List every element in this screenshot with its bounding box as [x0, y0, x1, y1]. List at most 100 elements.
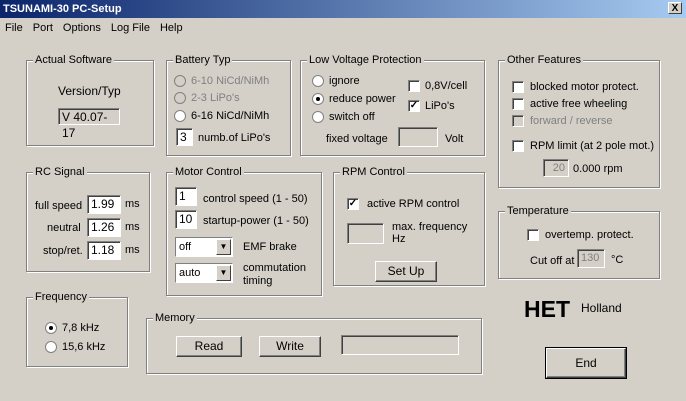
rpm-limit-checkbox[interactable] — [512, 140, 524, 152]
max-frequency-input[interactable] — [347, 223, 384, 244]
battery-group: Battery Typ 6-10 NiCd/NiMh 2-3 LiPo's 6-… — [166, 53, 291, 156]
lv-switch-off-radio[interactable] — [312, 111, 324, 123]
other-features-title: Other Features — [505, 53, 583, 67]
lv-ignore-label: ignore — [329, 75, 360, 87]
temperature-title: Temperature — [505, 204, 571, 218]
setup-button[interactable]: Set Up — [375, 261, 437, 282]
blocked-motor-checkbox[interactable] — [512, 81, 524, 93]
menu-options[interactable]: Options — [58, 19, 106, 37]
battery-option-2-3-label: 2-3 LiPo's — [191, 92, 240, 104]
end-button[interactable]: End — [545, 347, 627, 379]
fixed-voltage-input[interactable] — [398, 127, 438, 147]
commutation-select[interactable]: auto ▼ — [175, 263, 233, 283]
full-speed-label: full speed — [35, 200, 83, 212]
motor-control-title: Motor Control — [173, 165, 244, 179]
rpm-control-group: RPM Control ✓ active RPM control max. fr… — [333, 165, 485, 286]
battery-option-6-16-label: 6-16 NiCd/NiMh — [191, 110, 270, 122]
battery-option-6-10-radio[interactable] — [174, 75, 186, 87]
menu-help[interactable]: Help — [155, 19, 188, 37]
forward-reverse-checkbox[interactable] — [512, 115, 524, 127]
menu-log-file[interactable]: Log File — [106, 19, 155, 37]
battery-option-6-10-label: 6-10 NiCd/NiMh — [191, 75, 270, 87]
blocked-motor-label: blocked motor protect. — [530, 81, 639, 93]
memory-status-field — [341, 335, 459, 355]
lipo-count-label: numb.of LiPo's — [198, 132, 271, 144]
other-features-group: Other Features blocked motor protect. ac… — [498, 53, 660, 188]
full-speed-input[interactable]: 1.99 — [87, 195, 121, 214]
emf-brake-value: off — [179, 241, 192, 253]
control-speed-input[interactable]: 1 — [175, 187, 197, 206]
emf-brake-select[interactable]: off ▼ — [175, 237, 233, 257]
frequency-group: Frequency 7,8 kHz 15,6 kHz — [26, 290, 128, 367]
het-holland-label: Holland — [581, 301, 622, 315]
frequency-title: Frequency — [33, 290, 89, 304]
lv-08v-cell-checkbox[interactable] — [408, 80, 420, 92]
low-voltage-title: Low Voltage Protection — [307, 53, 424, 67]
version-label: Version/Typ — [58, 84, 121, 98]
overtemp-checkbox[interactable] — [527, 229, 539, 241]
cutoff-label: Cut off at — [530, 255, 575, 267]
motor-control-group: Motor Control 1 control speed (1 - 50) 1… — [166, 165, 322, 296]
freq-15-6-label: 15,6 kHz — [62, 341, 106, 353]
cutoff-input[interactable]: 130 — [577, 249, 605, 268]
emf-brake-label: EMF brake — [243, 241, 297, 253]
forward-reverse-label: forward / reverse — [530, 115, 613, 127]
low-voltage-group: Low Voltage Protection ignore reduce pow… — [300, 53, 485, 156]
close-button[interactable]: X — [668, 2, 682, 14]
lv-ignore-radio[interactable] — [312, 75, 324, 87]
commutation-timing-label: timing — [243, 275, 273, 287]
fixed-voltage-label: fixed voltage — [326, 133, 388, 145]
battery-title: Battery Typ — [173, 53, 233, 67]
volt-unit: Volt — [445, 133, 464, 145]
freq-7-8-radio[interactable] — [45, 322, 57, 334]
lv-lipos-checkbox[interactable]: ✓ — [408, 100, 420, 112]
freq-15-6-radio[interactable] — [45, 341, 57, 353]
cutoff-unit: °C — [611, 254, 624, 266]
memory-group: Memory Read Write — [146, 311, 482, 374]
emf-brake-chevron-down-icon[interactable]: ▼ — [216, 239, 231, 255]
lipo-count-input[interactable]: 3 — [176, 128, 193, 146]
commutation-label: commutation — [243, 262, 306, 274]
lv-reduce-power-radio[interactable] — [312, 93, 324, 105]
commutation-chevron-down-icon[interactable]: ▼ — [216, 265, 231, 281]
neutral-input[interactable]: 1.26 — [87, 218, 121, 237]
rpm-limit-value: 0.000 rpm — [573, 163, 623, 175]
stop-input[interactable]: 1.18 — [87, 241, 121, 260]
neutral-unit: ms — [125, 221, 140, 233]
rpm-limit-input[interactable]: 20 — [543, 159, 569, 177]
neutral-label: neutral — [47, 222, 81, 234]
lv-08v-cell-label: 0,8V/cell — [425, 80, 468, 92]
rpm-limit-label: RPM limit (at 2 pole mot.) — [530, 140, 655, 152]
title-bar: TSUNAMI-30 PC-Setup X — [0, 0, 686, 18]
startup-power-input[interactable]: 10 — [175, 210, 197, 229]
stop-label: stop/ret. — [43, 245, 83, 257]
rc-signal-group: RC Signal full speed 1.99 ms neutral 1.2… — [26, 165, 150, 272]
version-value: V 40.07-17 — [58, 108, 120, 140]
read-button[interactable]: Read — [176, 336, 242, 357]
active-rpm-checkbox[interactable]: ✓ — [347, 198, 359, 210]
write-button[interactable]: Write — [259, 336, 321, 357]
rpm-control-title: RPM Control — [340, 165, 407, 179]
overtemp-label: overtemp. protect. — [545, 229, 634, 241]
lv-reduce-power-label: reduce power — [329, 93, 396, 105]
actual-software-group: Actual Software Version/Typ V 40.07-17 — [26, 53, 154, 146]
freq-7-8-label: 7,8 kHz — [62, 322, 100, 334]
actual-software-title: Actual Software — [33, 53, 115, 67]
active-rpm-label: active RPM control — [367, 198, 460, 210]
stop-unit: ms — [125, 244, 140, 256]
battery-option-2-3-radio[interactable] — [174, 92, 186, 104]
free-wheeling-checkbox[interactable] — [512, 98, 524, 110]
menu-port[interactable]: Port — [28, 19, 58, 37]
temperature-group: Temperature overtemp. protect. Cut off a… — [498, 204, 660, 279]
het-logo: HET — [524, 296, 570, 322]
free-wheeling-label: active free wheeling — [530, 98, 628, 110]
menu-file[interactable]: File — [0, 19, 28, 37]
lv-switch-off-label: switch off — [329, 111, 375, 123]
full-speed-unit: ms — [125, 198, 140, 210]
control-speed-label: control speed (1 - 50) — [203, 193, 308, 205]
max-frequency-unit: Hz — [392, 233, 406, 245]
rc-signal-title: RC Signal — [33, 165, 87, 179]
battery-option-6-16-radio[interactable] — [174, 110, 186, 122]
startup-power-label: startup-power (1 - 50) — [203, 215, 309, 227]
menu-bar: File Port Options Log File Help — [0, 19, 686, 37]
